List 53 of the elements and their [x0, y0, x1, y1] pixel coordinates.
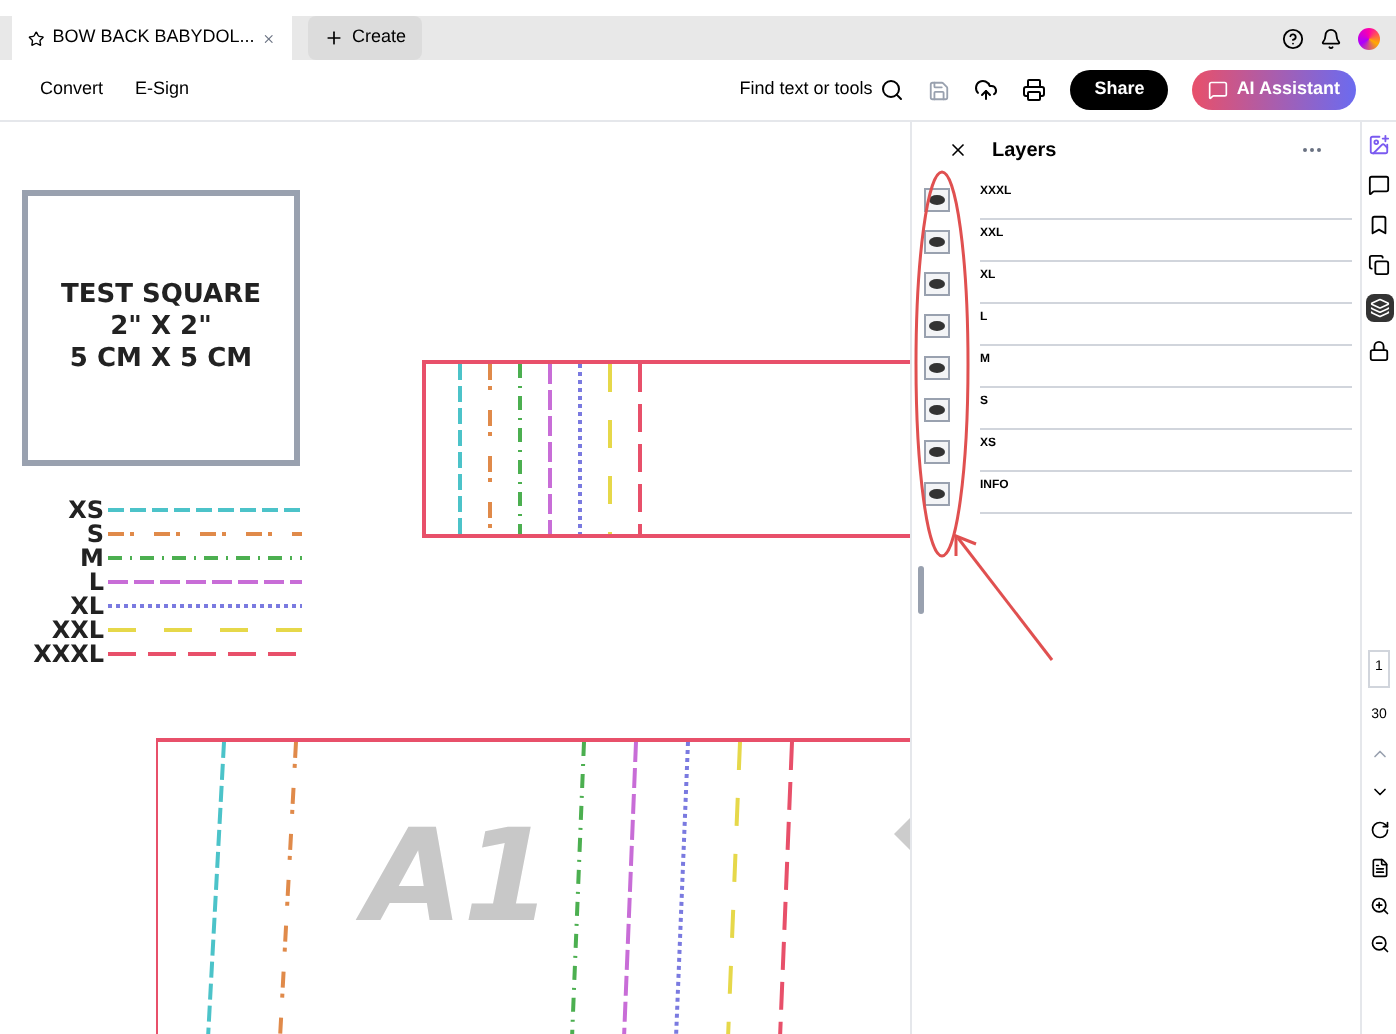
- tab[interactable]: BOW BACK BABYDOL...: [12, 16, 292, 60]
- ai-assistant-button[interactable]: AI Assistant: [1192, 70, 1356, 110]
- pages-icon[interactable]: [1368, 254, 1390, 276]
- size-label: XXL: [49, 614, 104, 644]
- help-icon[interactable]: [1282, 27, 1304, 49]
- eye-icon: [928, 277, 946, 289]
- rotate-icon[interactable]: [1369, 820, 1389, 840]
- eye-icon: [928, 487, 946, 499]
- size-label: L: [86, 566, 104, 596]
- plus-icon: [324, 28, 344, 48]
- eye-icon: [928, 319, 946, 331]
- eye-icon: [928, 193, 946, 205]
- menu-item[interactable]: E-Sign: [135, 76, 190, 104]
- size-label: M: [78, 543, 104, 572]
- visibility-toggle[interactable]: [924, 481, 950, 505]
- size-label: XL: [68, 590, 104, 620]
- test-square-text: TEST SQUARE 2" X 2" 5 CM X 5 CM: [60, 280, 262, 376]
- upload-icon[interactable]: [974, 78, 999, 102]
- search-icon: [880, 78, 905, 102]
- visibility-toggle[interactable]: [924, 397, 950, 421]
- size-label: S: [84, 519, 104, 548]
- find-tools-button[interactable]: Find text or tools: [739, 76, 905, 104]
- eye-icon: [928, 445, 946, 457]
- panel-title: Layers: [992, 137, 1057, 165]
- visibility-toggle[interactable]: [924, 355, 950, 379]
- lock-icon[interactable]: [1368, 340, 1390, 362]
- print-icon[interactable]: [1022, 78, 1047, 102]
- share-button[interactable]: Share: [1070, 70, 1169, 110]
- close-icon[interactable]: [948, 140, 968, 160]
- visibility-toggle[interactable]: [924, 229, 950, 253]
- menu-item[interactable]: Convert: [40, 76, 104, 104]
- tab[interactable]: Create: [308, 16, 423, 60]
- size-label: XS: [66, 494, 104, 524]
- eye-icon: [928, 403, 946, 415]
- save-icon[interactable]: [928, 79, 951, 101]
- image-icon[interactable]: [1368, 134, 1390, 156]
- layers-icon[interactable]: [1365, 294, 1393, 322]
- zoom-out-icon[interactable]: [1369, 934, 1389, 954]
- bell-icon[interactable]: [1320, 27, 1342, 49]
- bookmark-icon[interactable]: [1368, 214, 1390, 236]
- scrollbar: [918, 566, 924, 614]
- avatar-icon[interactable]: [1358, 27, 1380, 49]
- eye-icon: [928, 361, 946, 373]
- size-label: XXXL: [31, 638, 104, 672]
- star-icon: [28, 27, 45, 49]
- visibility-toggle[interactable]: [924, 439, 950, 463]
- document-icon[interactable]: [1369, 858, 1389, 878]
- comment-icon[interactable]: [1368, 174, 1390, 196]
- visibility-toggle[interactable]: [924, 271, 950, 295]
- chat-icon: [1208, 80, 1229, 100]
- eye-icon: [928, 235, 946, 247]
- visibility-toggle[interactable]: [924, 313, 950, 337]
- zoom-in-icon[interactable]: [1369, 896, 1389, 916]
